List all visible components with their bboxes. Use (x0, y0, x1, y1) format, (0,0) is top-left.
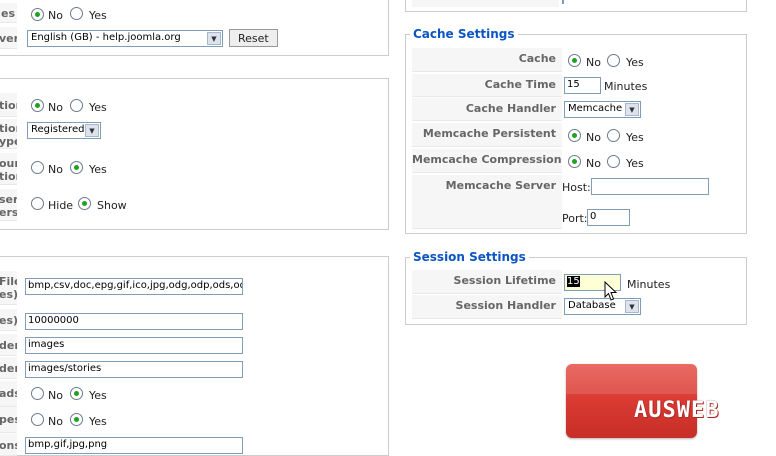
cache-time-unit: Minutes (604, 80, 648, 93)
left-top-no-radio[interactable] (31, 8, 44, 21)
right-top-fieldset (405, 0, 747, 12)
left-top-no-label: No (48, 9, 63, 22)
left-top-label-2: ver (0, 27, 17, 49)
left-bottom-label-1: Filees) (0, 271, 17, 305)
left-top-yes-label: Yes (89, 9, 107, 22)
left-bottom-label-4: der (0, 357, 17, 379)
compression-no-radio[interactable] (568, 155, 581, 168)
image-path-input[interactable]: images (25, 337, 243, 354)
cache-settings-fieldset: Cache Settings Cache No Yes Cache Time 1… (405, 27, 747, 234)
left-mid-1-yes-label: Yes (89, 101, 107, 114)
persistent-yes-label: Yes (626, 131, 644, 144)
left-mid-label-4: serers (0, 189, 17, 221)
left-mid-3-no-label: No (48, 163, 63, 176)
port-label: Port: (562, 212, 588, 225)
cache-no-radio[interactable] (568, 54, 581, 67)
session-settings-fieldset: Session Settings Session Lifetime 15 Min… (405, 250, 747, 325)
mouse-cursor-icon (604, 281, 618, 301)
host-label: Host: (562, 181, 591, 194)
left-top-yes-radio[interactable] (70, 7, 83, 20)
left-bottom-label-2: es) (0, 309, 17, 331)
compression-yes-label: Yes (626, 157, 644, 170)
cache-yes-radio[interactable] (607, 54, 620, 67)
left-bottom-label-5: ads (0, 381, 17, 407)
image-stories-input[interactable]: images/stories (25, 361, 243, 378)
max-size-input[interactable]: 10000000 (25, 313, 243, 330)
left-mid-1-no-radio[interactable] (31, 99, 44, 112)
left-bottom-6-no-label: No (48, 415, 63, 428)
ausweb-logo-text: AUSWEB (634, 398, 720, 423)
left-mid-4-hide-radio[interactable] (31, 197, 44, 210)
left-mid-fieldset: tion No Yes tionype Registered ▼ ounttio… (0, 78, 389, 230)
memcache-persistent-label: Memcache Persistent (412, 123, 562, 147)
left-mid-1-yes-radio[interactable] (70, 99, 83, 112)
cache-time-label: Cache Time (412, 74, 562, 97)
left-top-label-1: es (0, 3, 17, 23)
left-bottom-label-3: der (0, 334, 17, 356)
memcache-port-input[interactable]: 0 (587, 209, 630, 226)
chevron-down-icon: ▼ (625, 103, 639, 116)
cache-no-label: No (586, 56, 601, 69)
user-type-select[interactable]: Registered ▼ (27, 122, 101, 139)
cache-handler-select[interactable]: Memcache ▼ (564, 101, 641, 118)
reset-button[interactable]: Reset (229, 29, 278, 47)
chevron-down-icon: ▼ (207, 32, 221, 45)
left-bottom-6-yes-label: Yes (89, 415, 107, 428)
left-bottom-label-7: ons (0, 434, 17, 456)
persistent-no-radio[interactable] (568, 129, 581, 142)
memcache-host-input[interactable] (591, 178, 709, 195)
left-mid-label-1: tion (0, 93, 17, 117)
session-handler-select[interactable]: Database ▼ (564, 298, 641, 315)
memcache-server-label: Memcache Server (412, 175, 562, 229)
left-mid-3-yes-radio[interactable] (70, 161, 83, 174)
right-top-input[interactable] (562, 0, 564, 4)
chevron-down-icon: ▼ (625, 300, 639, 313)
left-bottom-5-yes-radio[interactable] (70, 387, 83, 400)
left-bottom-5-no-label: No (48, 389, 63, 402)
session-lifetime-label: Session Lifetime (412, 270, 562, 294)
legal-extensions-input[interactable]: bmp,csv,doc,epg,gif,ico,jpg,odg,odp,ods,… (25, 278, 243, 295)
compression-no-label: No (586, 157, 601, 170)
left-mid-3-no-radio[interactable] (31, 161, 44, 174)
session-handler-label: Session Handler (412, 295, 562, 319)
left-bottom-6-yes-radio[interactable] (70, 413, 83, 426)
left-mid-4-show-radio[interactable] (78, 197, 91, 210)
cache-label: Cache (412, 48, 562, 72)
left-top-fieldset: es No Yes ver English (GB) - help.joomla… (0, 0, 389, 56)
session-lifetime-selected-text: 15 (567, 276, 580, 287)
cache-yes-label: Yes (626, 56, 644, 69)
image-extensions-input[interactable]: bmp,gif,jpg,png (25, 437, 243, 454)
session-settings-legend: Session Settings (410, 250, 529, 264)
right-top-label-bg (412, 0, 559, 7)
compression-yes-radio[interactable] (607, 155, 620, 168)
left-bottom-5-no-radio[interactable] (31, 387, 44, 400)
left-mid-4-show-label: Show (97, 199, 127, 212)
session-lifetime-unit: Minutes (627, 278, 671, 291)
left-mid-label-2: tionype (0, 119, 17, 149)
left-mid-4-hide-label: Hide (48, 199, 74, 212)
left-bottom-fieldset: Filees) bmp,csv,doc,epg,gif,ico,jpg,odg,… (0, 256, 389, 456)
left-bottom-6-no-radio[interactable] (31, 413, 44, 426)
memcache-compression-label: Memcache Compression (412, 149, 562, 173)
cache-time-input[interactable]: 15 (564, 77, 601, 94)
left-mid-3-yes-label: Yes (89, 163, 107, 176)
left-mid-label-3: ounttion (0, 153, 17, 185)
persistent-yes-radio[interactable] (607, 129, 620, 142)
chevron-down-icon: ▼ (85, 124, 99, 137)
help-server-select[interactable]: English (GB) - help.joomla.org ▼ (27, 30, 223, 47)
left-bottom-label-6: pes (0, 407, 17, 433)
cache-settings-legend: Cache Settings (410, 27, 518, 41)
left-mid-1-no-label: No (48, 101, 63, 114)
ausweb-logo-gloss (566, 364, 697, 394)
left-bottom-5-yes-label: Yes (89, 389, 107, 402)
cache-handler-label: Cache Handler (412, 98, 562, 121)
persistent-no-label: No (586, 131, 601, 144)
